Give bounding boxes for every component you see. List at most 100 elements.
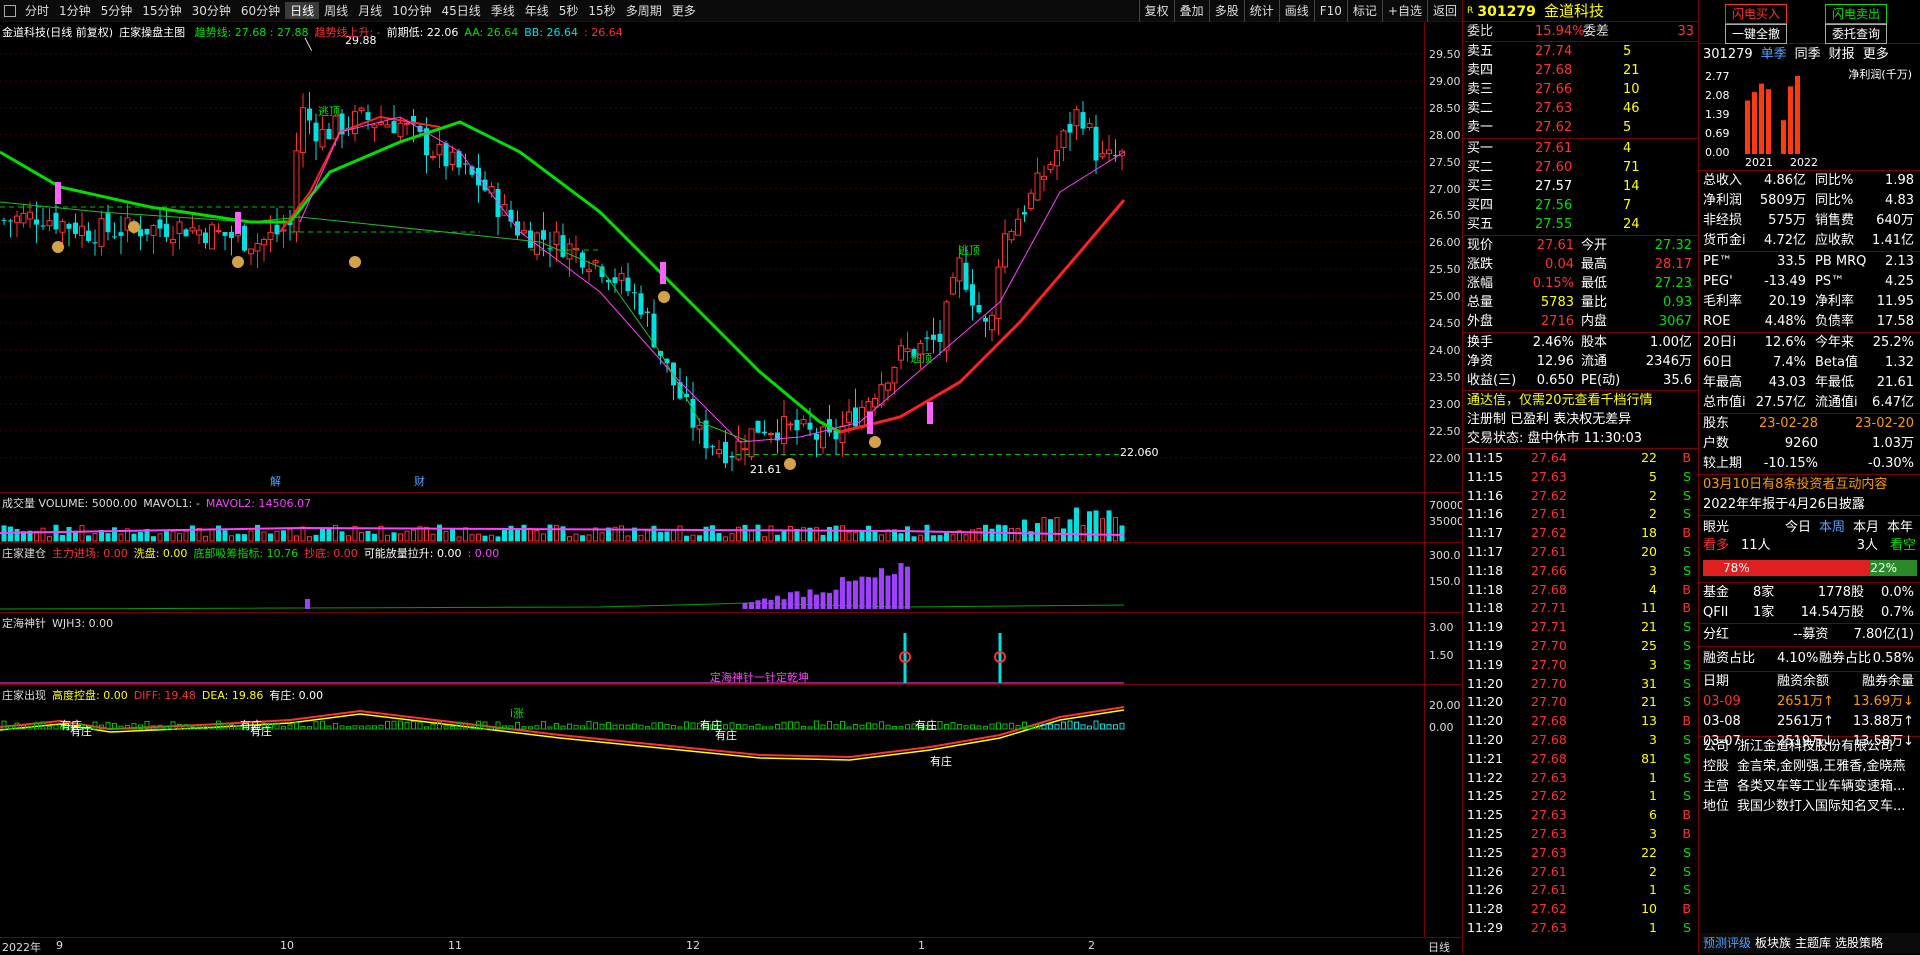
period-tab[interactable]: 1分钟 [54, 2, 96, 19]
toolbar-button[interactable]: 返回 [1426, 0, 1462, 22]
order-level[interactable]: 卖二 27.63 46 [1467, 99, 1696, 118]
promo-link[interactable]: 通达信，仅需20元查看千档行情 [1463, 391, 1698, 410]
period-tab[interactable]: 日线 [285, 2, 320, 19]
stat-label: 最高 [1581, 257, 1608, 272]
sentiment-tab[interactable]: 本月 [1853, 518, 1879, 537]
f10-label: 货币金i [1703, 233, 1746, 248]
cancel-all-button[interactable]: 一键全撤 [1725, 24, 1788, 44]
period-tab[interactable]: 15分钟 [137, 2, 186, 19]
axis-tick: 20.00 [1429, 699, 1461, 712]
needle-chart[interactable]: 定海神针一针定乾坤 [0, 613, 1424, 685]
period-tab[interactable]: 更多 [667, 2, 701, 19]
dealer-bar [645, 726, 650, 730]
build-bar [749, 602, 754, 609]
finance-tab[interactable]: 同季 [1795, 47, 1821, 62]
period-tab[interactable]: 周线 [319, 2, 353, 19]
candle-body [638, 293, 644, 315]
order-level[interactable]: 卖四 27.68 21 [1467, 61, 1696, 80]
toolbar-menu-icon[interactable] [4, 4, 16, 17]
axis-tick: 26.00 [1429, 236, 1461, 250]
finance-tab[interactable]: 财报 [1829, 47, 1855, 62]
period-tab[interactable]: 45日线 [436, 2, 485, 19]
tick-volume: 22 [1641, 844, 1657, 860]
date-label: 9 [56, 939, 63, 952]
order-level[interactable]: 买一 27.61 4 [1467, 139, 1696, 158]
f10-label: 销售费 [1815, 213, 1855, 228]
period-tab[interactable]: 年线 [520, 2, 554, 19]
dealer-panel[interactable]: 庄家出现 高度控盘: 0.00 DIFF: 19.48 DEA: 19.86 有庄: 0… [0, 684, 1462, 938]
indicator-name[interactable]: 庄家操盘主图 [119, 26, 185, 39]
order-level[interactable]: 卖三 27.66 10 [1467, 80, 1696, 99]
volume-bar [833, 525, 839, 542]
period-tab[interactable]: 5秒 [554, 2, 584, 19]
flash-sell-button[interactable]: 闪电卖出 [1825, 4, 1888, 24]
bottom-tab[interactable]: 主题库 [1795, 936, 1831, 950]
period-tabs: 分时 1分钟 5分钟 15分钟 30分钟 60分钟 日线 周线 月线 10分钟 45日线 季线 年线 5秒… [20, 2, 701, 19]
f10-label: 净利润 [1703, 193, 1743, 208]
tick-price: 27.62 [1531, 487, 1567, 503]
toolbar-button[interactable]: +自选 [1381, 0, 1427, 22]
flash-buy-button[interactable]: 闪电买入 [1725, 4, 1788, 24]
build-bar [833, 589, 839, 609]
news-item[interactable]: 2022年年报于4月26日披露 [1703, 495, 1918, 514]
candlestick-chart[interactable]: 29.8821.6122.060逃顶逃顶逃顶╲解财 [0, 22, 1424, 492]
order-level[interactable]: 买二 27.60 71 [1467, 158, 1696, 177]
bottom-tab[interactable]: 预测评级 [1703, 936, 1751, 950]
period-tab[interactable]: 60分钟 [236, 2, 285, 19]
sentiment-tab[interactable]: 本周 [1819, 518, 1845, 537]
level-price: 27.61 [1535, 141, 1573, 156]
news[interactable]: 03月10日有8条投资者互动内容 2022年年报于4月26日披露 [1699, 475, 1920, 515]
profit-bar [1745, 100, 1750, 154]
dealer-chart[interactable]: 有庄有庄 有庄有庄 有庄有庄有庄有庄i涨 [0, 685, 1424, 938]
tick-price: 27.63 [1531, 844, 1567, 860]
dealer-bar [625, 724, 631, 730]
period-tab[interactable]: 多周期 [621, 2, 667, 19]
toolbar-button[interactable]: 统计 [1243, 0, 1279, 22]
toolbar-button[interactable]: 复权 [1138, 0, 1174, 22]
period-tab[interactable]: 15秒 [583, 2, 620, 19]
bottom-tab[interactable]: 板块族 [1755, 936, 1791, 950]
tick-list[interactable]: 11:15 27.64 22 B 11:15 27.63 5 S 11:16 27.62 2 S 11:… [1463, 449, 1698, 939]
toolbar-button[interactable]: 标记 [1346, 0, 1382, 22]
toolbar-button[interactable]: 画线 [1278, 0, 1314, 22]
sentiment-tab[interactable]: 今日 [1785, 518, 1811, 537]
period-tab[interactable]: 月线 [353, 2, 387, 19]
finance-tab[interactable]: 301279 [1703, 47, 1753, 62]
build-bar [820, 592, 826, 609]
candle-body [196, 229, 202, 236]
order-level[interactable]: 买五 27.55 24 [1467, 215, 1696, 234]
order-level[interactable]: 卖五 27.74 5 [1467, 42, 1696, 61]
toolbar-button[interactable]: F10 [1313, 0, 1347, 22]
build-bar [755, 600, 761, 609]
news-item[interactable]: 03月10日有8条投资者互动内容 [1703, 475, 1918, 494]
build-bar [859, 576, 865, 609]
build-position-panel[interactable]: 庄家建仓 主力进场: 0.00 洗盘: 0.00 底部吸筹指标: 10.76 抄底: 0… [0, 542, 1462, 613]
candle-body [521, 229, 527, 234]
stat-label: 股本 [1581, 335, 1608, 350]
order-query-button[interactable]: 委托查询 [1825, 24, 1888, 44]
period-tab[interactable]: 5分钟 [96, 2, 138, 19]
order-level[interactable]: 买四 27.56 7 [1467, 196, 1696, 215]
candle-body [378, 122, 384, 125]
main-candlestick-panel[interactable]: 金道科技(日线 前复权) 庄家操盘主图 趋势线: 27.68 : 27.88 趋势线… [0, 22, 1462, 492]
needle-panel[interactable]: 定海神针 WJH3: 0.00 定海神针一针定乾坤 3.00 1.50 [0, 612, 1462, 685]
finance-tab[interactable]: 单季 [1761, 47, 1787, 62]
order-level[interactable]: 买三 27.57 14 [1467, 177, 1696, 196]
period-tab[interactable]: 分时 [20, 2, 54, 19]
tick-row: 11:16 27.61 2 S [1463, 505, 1698, 524]
bottom-tab[interactable]: 选股策略 [1835, 936, 1883, 950]
toolbar-button[interactable]: 叠加 [1173, 0, 1209, 22]
f10-label: 同比% [1815, 193, 1854, 208]
volume-bar [716, 532, 722, 542]
finance-tab[interactable]: 更多 [1863, 47, 1889, 62]
volume-bar [1067, 519, 1073, 542]
dealer-bar [333, 723, 338, 730]
period-tab[interactable]: 季线 [486, 2, 520, 19]
sentiment-tab[interactable]: 本年 [1887, 518, 1913, 537]
toolbar-button[interactable]: 多股 [1208, 0, 1244, 22]
period-tab[interactable]: 30分钟 [187, 2, 236, 19]
period-tab[interactable]: 10分钟 [387, 2, 436, 19]
build-bar [788, 592, 793, 609]
volume-panel[interactable]: 成交量 VOLUME: 5000.00 MAVOL1: - MAVOL2: 1450… [0, 492, 1464, 543]
order-level[interactable]: 卖一 27.62 5 [1467, 118, 1696, 137]
